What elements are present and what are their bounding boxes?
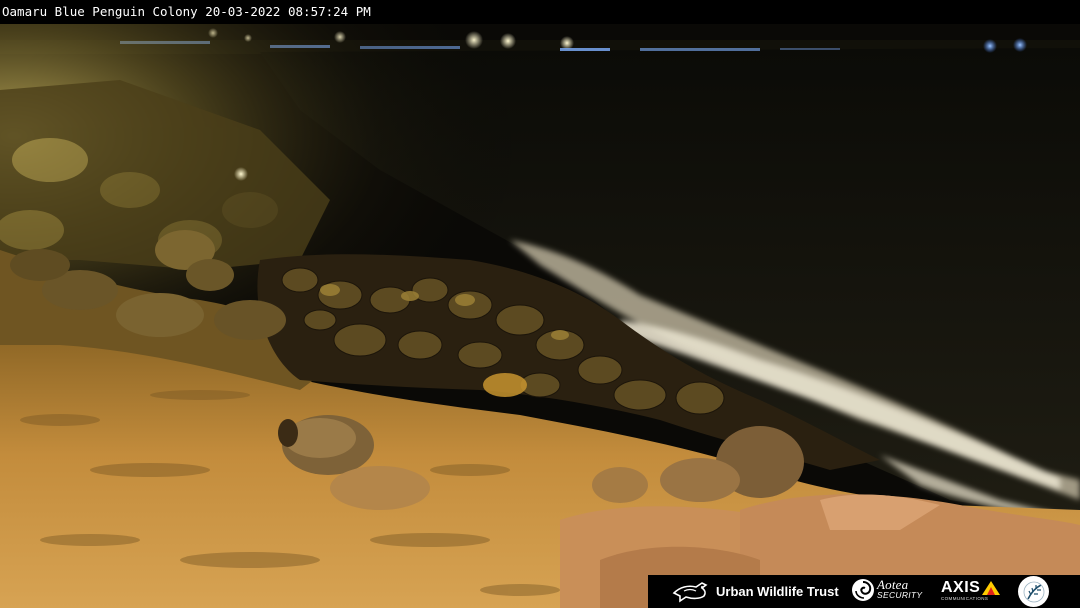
doc-fern-icon: [1023, 581, 1044, 602]
penguin-colony-scene: [0, 0, 1080, 608]
urban-wildlife-trust-label: Urban Wildlife Trust: [716, 583, 839, 599]
floodlight: [234, 167, 248, 181]
axis-logo: AXIS COMMUNICATIONS: [941, 579, 1001, 602]
doc-logo: [1018, 576, 1049, 607]
camera-osd: Oamaru Blue Penguin Colony 20-03-2022 08…: [2, 5, 371, 19]
osd-time: 08:57:24 PM: [288, 4, 371, 19]
aotea-name: Aotea: [877, 577, 909, 592]
axis-triangle-icon: [982, 581, 1001, 595]
aotea-swirl-icon: [852, 579, 874, 601]
aotea-text: Aotea SECURITY: [877, 577, 923, 601]
urban-wildlife-trust-logo: Urban Wildlife Trust: [672, 579, 839, 603]
aotea-sub: SECURITY: [877, 590, 923, 600]
sponsor-bar: Urban Wildlife Trust Aotea SECURITY AXIS: [648, 575, 1080, 608]
aotea-security-logo: Aotea SECURITY: [851, 578, 922, 602]
axis-row: AXIS: [941, 579, 1001, 596]
axis-name: AXIS: [941, 579, 981, 596]
osd-location: Oamaru Blue Penguin Colony: [2, 4, 198, 19]
penguin-bird-icon: [672, 582, 708, 603]
camera-osd-bar: Oamaru Blue Penguin Colony 20-03-2022 08…: [0, 0, 1080, 24]
camera-feed: Oamaru Blue Penguin Colony 20-03-2022 08…: [0, 0, 1080, 608]
osd-date: 20-03-2022: [205, 4, 281, 19]
axis-sub: COMMUNICATIONS: [941, 596, 989, 601]
